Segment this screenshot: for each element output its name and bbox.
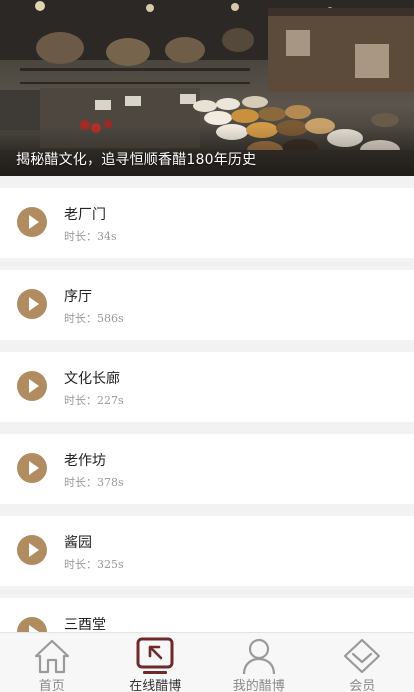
- play-icon[interactable]: [17, 207, 47, 237]
- list-item[interactable]: 老作坊 时长：378s: [0, 434, 414, 504]
- banner-image[interactable]: 揭秘醋文化，追寻恒顺香醋180年历史: [0, 0, 414, 176]
- tab-online-museum[interactable]: 在线醋博: [104, 633, 208, 692]
- play-icon[interactable]: [17, 289, 47, 319]
- item-title: 序厅: [64, 289, 92, 305]
- tab-vip[interactable]: 会员: [311, 633, 414, 692]
- list-item[interactable]: 序厅 时长：586s: [0, 270, 414, 340]
- tab-home[interactable]: 首页: [0, 633, 104, 692]
- vip-diamond-icon: [344, 638, 381, 674]
- item-duration: 时长：34s: [64, 230, 117, 243]
- list-item[interactable]: 文化长廊 时长：227s: [0, 352, 414, 422]
- list-item[interactable]: 老厂门 时长：34s: [0, 188, 414, 258]
- tab-label: 会员: [349, 679, 376, 692]
- banner-caption: 揭秘醋文化，追寻恒顺香醋180年历史: [16, 152, 257, 168]
- item-duration: 时长：227s: [64, 394, 124, 407]
- app-root: 揭秘醋文化，追寻恒顺香醋180年历史 老厂门 时长：34s 序厅 时长：586s…: [0, 0, 414, 692]
- bottom-tab-bar: 首页 在线醋博 我的醋博 会员: [0, 632, 414, 692]
- tab-label: 首页: [38, 679, 65, 692]
- item-title: 老厂门: [64, 207, 106, 223]
- audio-list: 老厂门 时长：34s 序厅 时长：586s 文化长廊 时长：227s 老作坊 时…: [0, 188, 414, 680]
- play-icon[interactable]: [17, 453, 47, 483]
- item-title: 三酉堂: [64, 617, 106, 633]
- item-duration: 时长：378s: [64, 476, 124, 489]
- tab-my-museum[interactable]: 我的醋博: [207, 633, 311, 692]
- item-title: 酱园: [64, 535, 92, 551]
- item-duration: 时长：325s: [64, 558, 124, 571]
- tab-label: 我的醋博: [232, 679, 285, 692]
- tab-label: 在线醋博: [129, 679, 182, 692]
- play-icon[interactable]: [17, 535, 47, 565]
- home-icon: [34, 639, 69, 674]
- item-title: 文化长廊: [64, 371, 120, 387]
- user-icon: [242, 638, 275, 675]
- item-duration: 时长：586s: [64, 312, 124, 325]
- play-icon[interactable]: [17, 371, 47, 401]
- online-museum-icon: [136, 637, 174, 674]
- list-item[interactable]: 酱园 时长：325s: [0, 516, 414, 586]
- item-title: 老作坊: [64, 453, 106, 469]
